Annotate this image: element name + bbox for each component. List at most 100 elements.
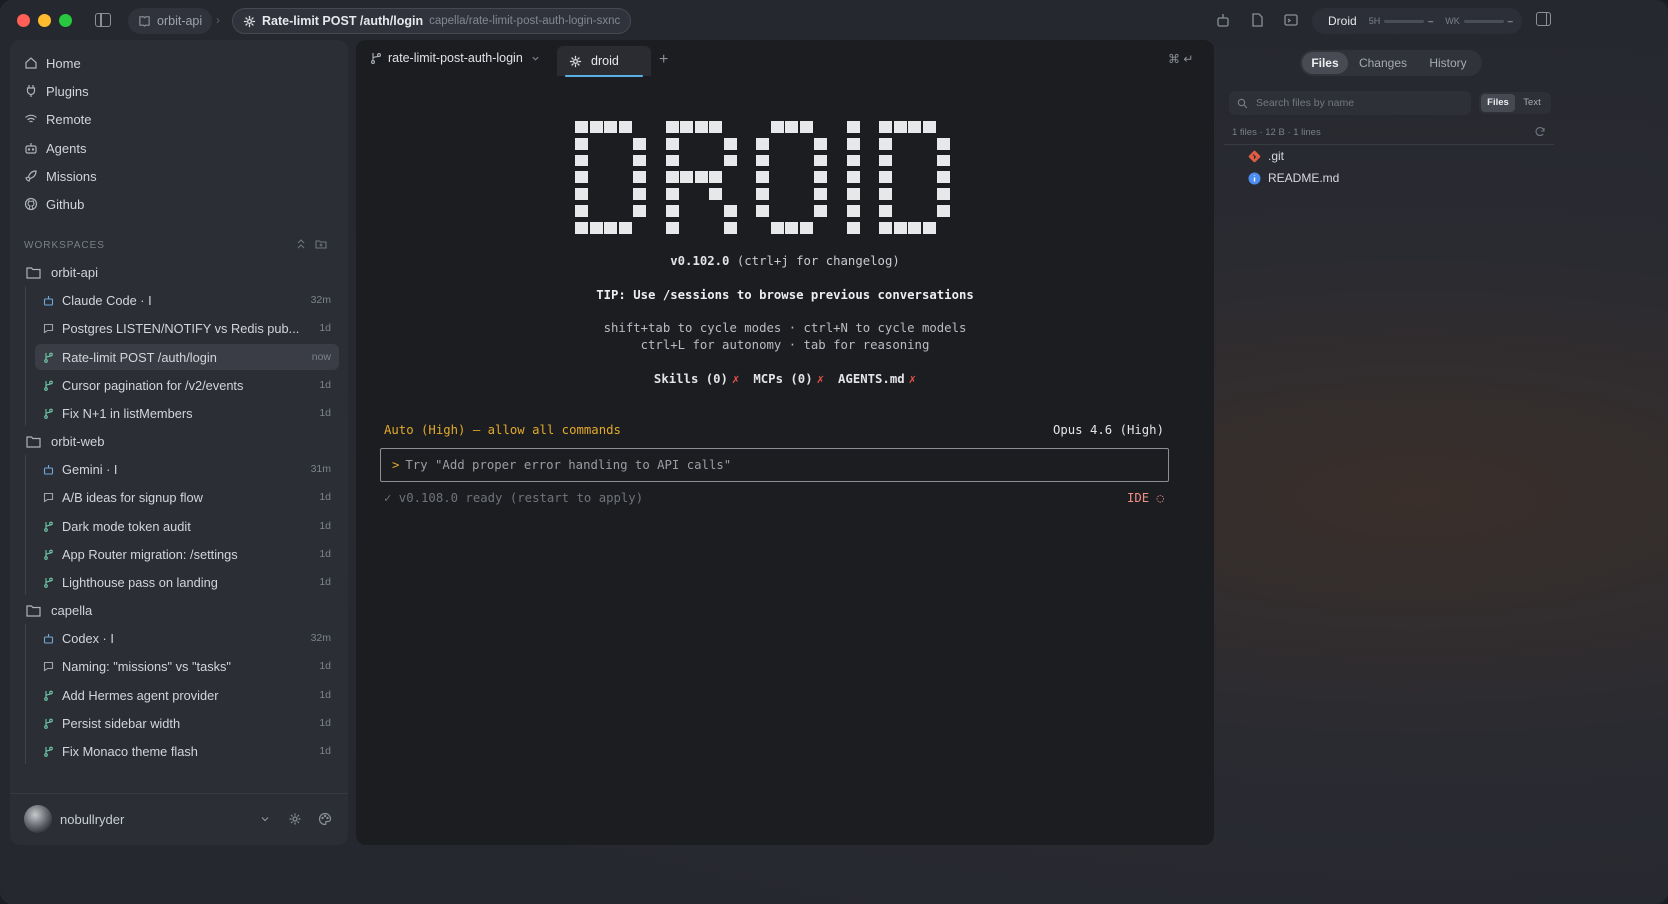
zoom-window-button[interactable] — [59, 14, 72, 27]
tab-history[interactable]: History — [1418, 52, 1478, 74]
update-ready-status: ✓ v0.108.0 ready (restart to apply) — [384, 491, 644, 505]
session-item[interactable]: Gemini · I 31m — [35, 456, 339, 482]
nav-agents[interactable]: Agents — [24, 136, 86, 160]
project-crumb[interactable]: orbit-api — [128, 8, 213, 34]
username[interactable]: nobullryder — [60, 812, 124, 827]
session-item[interactable]: Fix N+1 in listMembers 1d — [35, 400, 339, 426]
workspace-capella[interactable]: capella — [26, 598, 92, 622]
nav-github-label: Github — [46, 196, 85, 212]
view-files-button[interactable]: Files — [1481, 94, 1515, 112]
session-title: Rate-limit POST /auth/login — [62, 349, 217, 365]
logo-block — [723, 221, 737, 234]
view-text-button[interactable]: Text — [1515, 94, 1549, 112]
session-item[interactable]: Codex · I 32m — [35, 625, 339, 651]
close-window-button[interactable] — [17, 14, 30, 27]
session-item[interactable]: A/B ideas for signup flow 1d — [35, 484, 339, 510]
logo-block — [814, 137, 827, 150]
terminal-icon[interactable] — [1283, 12, 1299, 28]
workspace-orbit-api[interactable]: orbit-api — [26, 260, 98, 284]
logo-block — [908, 221, 921, 234]
logo-block — [937, 188, 950, 200]
session-item[interactable]: Postgres LISTEN/NOTIFY vs Redis pub... 1… — [35, 315, 339, 341]
capabilities-line: Skills (0) ✗ MCPs (0) ✗ AGENTS.md ✗ — [356, 372, 1214, 386]
prompt-input[interactable]: > Try "Add proper error handling to API … — [380, 448, 1169, 482]
project-crumb-label: orbit-api — [157, 14, 203, 28]
session-item[interactable]: Lighthouse pass on landing 1d — [35, 569, 339, 595]
nav-plugins[interactable]: Plugins — [24, 79, 89, 103]
tip-line: TIP: Use /sessions to browse previous co… — [596, 288, 974, 302]
nav-github[interactable]: Github — [24, 192, 84, 216]
plug-icon — [26, 85, 36, 97]
avatar[interactable] — [24, 805, 52, 833]
collapse-all-icon[interactable] — [295, 238, 307, 250]
file-item-git[interactable]: .git — [1248, 149, 1284, 163]
session-time: 1d — [319, 379, 331, 391]
refresh-icon[interactable] — [1534, 126, 1546, 138]
session-crumb[interactable]: Rate-limit POST /auth/login capella/rate… — [232, 8, 632, 34]
robot-icon — [25, 143, 37, 154]
file-item-readme[interactable]: README.md — [1248, 171, 1339, 185]
usage-meter-wk-label: WK — [1445, 16, 1460, 26]
logo-block — [799, 121, 813, 133]
droid-usage-pill[interactable]: Droid 5H – WK – — [1312, 8, 1522, 34]
ide-status[interactable]: IDE ◌ — [1127, 491, 1164, 505]
new-tab-button[interactable]: + — [659, 51, 668, 69]
session-item[interactable]: App Router migration: /settings 1d — [35, 541, 339, 567]
search-icon — [1237, 98, 1248, 108]
logo-block — [633, 137, 646, 150]
logo-block — [665, 121, 679, 133]
toggle-right-panel-icon[interactable] — [1536, 12, 1551, 26]
tab-files[interactable]: Files — [1302, 52, 1348, 74]
session-item[interactable]: Claude Code · I 32m — [35, 287, 339, 313]
agent-icon[interactable] — [1215, 12, 1231, 28]
session-time: 1d — [319, 548, 331, 560]
autonomy-mode[interactable]: Auto (High) — allow all commands — [384, 423, 621, 437]
usage-meter-5h-value: – — [1428, 16, 1434, 26]
usage-meter-5h-label: 5H — [1368, 16, 1381, 26]
add-folder-icon[interactable] — [315, 238, 327, 250]
file-icon[interactable] — [1249, 12, 1265, 28]
session-time: 1d — [319, 717, 331, 729]
logo-block — [770, 121, 784, 133]
session-item[interactable]: Dark mode token audit 1d — [35, 513, 339, 539]
branch-label: rate-limit-post-auth-login — [388, 51, 523, 65]
session-item[interactable]: Fix Monaco theme flash 1d — [35, 738, 339, 764]
minimize-window-button[interactable] — [38, 14, 51, 27]
mcps-count: MCPs (0) — [753, 372, 813, 386]
session-item[interactable]: Persist sidebar width 1d — [35, 710, 339, 736]
workspace-orbit-web[interactable]: orbit-web — [26, 429, 104, 453]
nav-home[interactable]: Home — [24, 51, 81, 75]
shortcut-hint[interactable]: ⌘ ↵ — [1168, 52, 1193, 66]
nav-missions[interactable]: Missions — [24, 164, 97, 188]
model-selector[interactable]: Opus 4.6 (High) — [1053, 423, 1164, 437]
tab-droid[interactable]: droid — [557, 46, 651, 77]
logo-block — [723, 137, 737, 150]
nav-remote[interactable]: Remote — [24, 107, 92, 131]
session-title: Claude Code · I — [62, 292, 152, 308]
session-item[interactable]: Add Hermes agent provider 1d — [35, 682, 339, 708]
session-item-active[interactable]: Rate-limit POST /auth/login now — [35, 344, 339, 370]
chevron-down-icon[interactable] — [258, 812, 272, 826]
file-search-placeholder: Search files by name — [1256, 97, 1355, 109]
tab-changes[interactable]: Changes — [1348, 52, 1418, 74]
session-title: Persist sidebar width — [62, 715, 181, 731]
branch-selector[interactable]: rate-limit-post-auth-login — [370, 51, 546, 65]
logo-block — [846, 205, 860, 217]
session-item[interactable]: Naming: "missions" vs "tasks" 1d — [35, 653, 339, 679]
tree-line — [25, 624, 26, 764]
toggle-sidebar-icon[interactable] — [95, 13, 111, 27]
logo-block — [589, 121, 603, 133]
session-item[interactable]: Cursor pagination for /v2/events 1d — [35, 372, 339, 398]
chat-icon — [43, 661, 54, 672]
session-title: Add Hermes agent provider — [62, 687, 219, 703]
agents-md-missing-icon: ✗ — [908, 372, 917, 386]
usage-meter-wk-value: – — [1507, 16, 1513, 26]
logo-block — [575, 121, 588, 133]
version-changelog-hint: (ctrl+j for changelog) — [729, 254, 900, 268]
session-title: Dark mode token audit — [62, 518, 191, 534]
palette-icon[interactable] — [318, 812, 332, 826]
gear-icon[interactable] — [288, 812, 302, 826]
logo-block — [756, 205, 769, 217]
file-search-input[interactable]: Search files by name — [1229, 91, 1471, 115]
logo-block — [846, 171, 860, 184]
